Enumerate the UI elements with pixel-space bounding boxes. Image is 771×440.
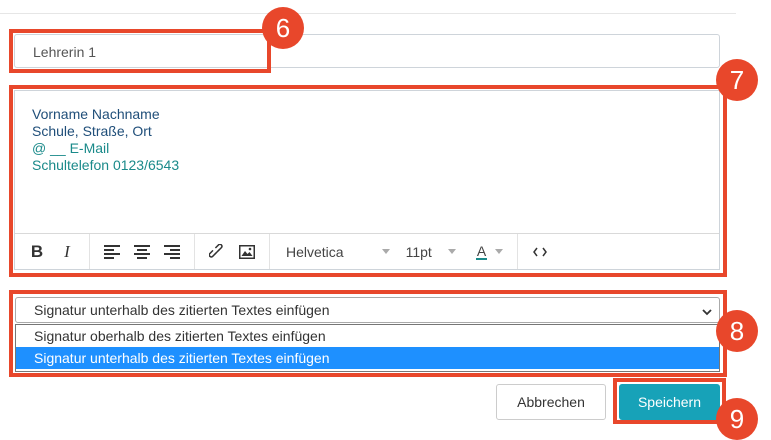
highlight-position-select [9,290,727,377]
top-divider [0,13,736,14]
cancel-button[interactable]: Abbrechen [496,384,606,420]
highlight-save-button [613,378,726,424]
step-badge-8: 8 [716,310,758,352]
highlight-editor [9,85,727,277]
highlight-name-input [9,29,271,73]
step-badge-6: 6 [262,7,304,49]
step-badge-7: 7 [716,59,758,101]
